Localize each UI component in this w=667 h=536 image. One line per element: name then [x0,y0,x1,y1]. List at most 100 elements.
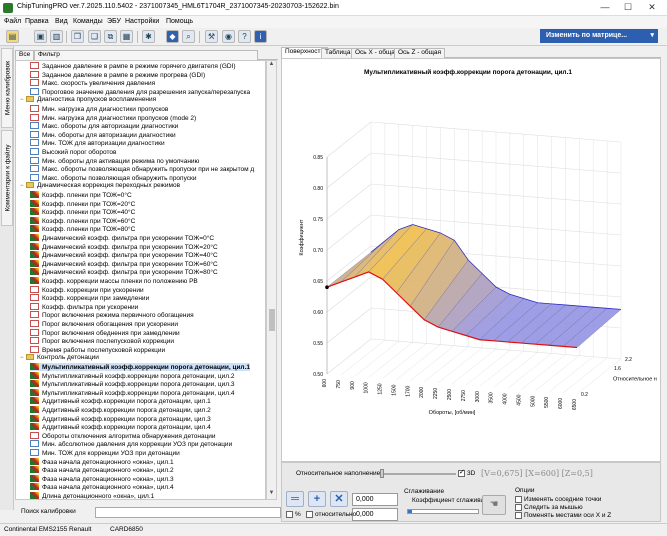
minimize-button[interactable]: — [594,0,616,16]
tab-axis-z[interactable]: Ось Z - общая [394,48,446,58]
tree-item[interactable]: Мин. абсолютное давления для коррекции У… [30,440,232,448]
3d-checkbox[interactable] [458,468,465,477]
tree-item[interactable]: Коэфф. фильтра при ускорении [30,302,138,311]
surface-chart-panel[interactable]: Мультипликативный коэфф.коррекции порога… [281,58,661,462]
chip-icon[interactable]: ✱ [142,30,155,43]
menu-ecu[interactable]: ЭБУ [107,18,121,25]
tab-calibration-menu[interactable]: Меню калибровок [1,48,13,128]
tree-item[interactable]: Макс. обороты для авторизации диагностик… [30,122,178,130]
paste-icon[interactable]: ❑ [88,30,101,43]
percent-checkbox[interactable] [286,511,293,518]
tree-item[interactable]: Фаза начала детонационного «окна», цил.1 [30,457,174,466]
tree-item[interactable]: Мин. обороты для авторизации диагностики [30,130,176,139]
tree-item[interactable]: Макс. скорость увеличения давления [30,79,155,87]
tree-item[interactable]: Мин. обороты для активации режима по умо… [30,156,199,165]
tree-item[interactable]: Коэфф. пленки при ТОЖ=80°C [30,225,135,233]
tree-item[interactable]: Коэфф. пленки при ТОЖ=20°C [30,199,135,208]
menu-commands[interactable]: Команды [73,18,103,25]
scroll-down-icon[interactable]: ▼ [267,490,276,499]
navigate-icon[interactable]: ◆ [166,30,179,43]
tree-item[interactable]: Обороты отключения алгоритма обнаружения… [30,431,216,440]
tree-folder[interactable]: − Динамическая коррекция переходных режим… [20,182,180,190]
swap-axes-checkbox[interactable] [515,512,522,519]
tree-item[interactable]: Мультипликативный коэфф.коррекции порога… [30,388,235,397]
tree-item[interactable]: Коэфф. коррекции массы пленки по положен… [30,277,198,285]
tree-item[interactable]: Макс. обороты позволяющая обнаружить про… [30,165,254,173]
search-input[interactable] [95,507,281,518]
tree-item[interactable]: Порог включения обеднения при замедлении [30,328,180,337]
tree-item[interactable]: Динамический коэфф. фильтра при ускорени… [30,251,218,259]
menu-view[interactable]: Вид [55,18,68,25]
tree-item[interactable]: Заданное давление в рампе в режиме горяч… [30,62,236,70]
tree-item[interactable]: Порог включения послепусковой коррекции [30,337,174,345]
change-by-matrix-dropdown[interactable]: Изменить по матрице... ▾ [540,29,658,43]
copy-icon[interactable]: ❐ [71,30,84,43]
tree-item[interactable]: Фаза начала детонационного «окна», цил.2 [30,466,174,474]
maximize-button[interactable]: ☐ [617,0,639,16]
tree-folder[interactable]: − Диагностика пропусков воспламенения [20,96,156,104]
menu-edit[interactable]: Правка [25,18,49,25]
follow-mouse-checkbox[interactable] [515,504,522,511]
tree-item[interactable]: Мультипликативный коэфф.коррекции порога… [30,371,235,380]
tree-item[interactable]: Аддитивный коэфф.коррекции порога детона… [30,423,211,431]
plus-button[interactable]: + [308,491,326,507]
scroll-up-icon[interactable]: ▲ [267,61,276,70]
tree-item[interactable]: Мультипликативный коэфф.коррекции порога… [30,380,235,388]
rel-fill-slider[interactable] [380,473,456,475]
tree-item[interactable]: Фаза начала детонационного «окна», цил.3 [30,474,174,483]
tree-item[interactable]: Динамический коэфф. фильтра при ускорени… [30,242,218,251]
relative-checkbox[interactable] [306,511,313,518]
tree-item[interactable]: Длина детонационного «окна», цил.1 [30,492,154,499]
tree-item[interactable]: Макс. обороты позволяющая обнаружить про… [30,173,196,182]
multiply-button[interactable]: ✕ [330,491,348,507]
save-icon[interactable]: ▣ [34,30,47,43]
tree-item[interactable]: Коэфф. коррекции при ускорении [30,285,144,294]
change-neighbors-checkbox[interactable] [515,496,522,503]
tab-all[interactable]: Все [15,50,35,60]
tree-item[interactable]: Коэфф. пленки при ТОЖ=40°C [30,208,135,216]
web-icon[interactable]: ◉ [222,30,235,43]
menu-file[interactable]: Файл [4,18,21,25]
tree-folder[interactable]: − Контроль детонации [20,354,99,362]
tree-item[interactable]: Аддитивный коэфф.коррекции порога детона… [30,414,211,423]
help-icon[interactable]: ? [238,30,251,43]
tree-item[interactable]: Мин. нагрузка для диагностики пропусков … [30,113,196,122]
tree-item[interactable]: Фаза начала детонационного «окна», цил.4 [30,483,174,491]
smoothing-slider[interactable] [407,509,479,514]
tree-item[interactable]: Порог включения режима первичного обогащ… [30,311,194,319]
open-icon[interactable]: ▤ [6,30,19,43]
compare-icon[interactable]: ⧉ [104,30,117,43]
menu-settings[interactable]: Настройки [125,18,159,25]
close-button[interactable]: ✕ [641,0,663,16]
tree-item[interactable]: Мин. ТОЖ для коррекции УОЗ при детонации [30,449,180,457]
smooth-apply-button[interactable]: ☚ [482,495,506,515]
tree-item[interactable]: Мин. нагрузка для диагностики пропусков [30,105,168,113]
tree-item[interactable]: Время работы послепусковой коррекции [30,345,165,354]
tree-item[interactable]: Динамический коэфф. фильтра при ускорени… [30,234,214,242]
menu-help[interactable]: Помощь [166,18,193,25]
tree-item[interactable]: Заданное давление в рампе в режиме прогр… [30,70,205,79]
tree-scrollbar[interactable]: ▲ ▼ [266,60,277,500]
value-input-2[interactable]: 0,000 [352,508,398,521]
tree-item[interactable]: Коэфф. коррекции при замедлении [30,294,149,302]
surface-chart[interactable]: Мультипликативный коэфф.коррекции порога… [282,59,660,461]
table-icon[interactable]: ▦ [120,30,133,43]
tools-icon[interactable]: ⚒ [205,30,218,43]
tab-filter[interactable]: Фильтр [34,50,258,60]
tree-item[interactable]: Высокий порог оборотов [30,148,116,156]
tab-file-comments[interactable]: Комментарии к файлу [1,130,13,226]
tree-item[interactable]: Аддитивный коэфф.коррекции порога детона… [30,406,211,414]
rel-fill-slider-thumb[interactable] [380,469,384,478]
tree-item[interactable]: Мультипликативный коэфф.коррекции порога… [30,363,250,371]
tree-item[interactable]: Динамический коэфф. фильтра при ускорени… [30,259,218,268]
zoom-icon[interactable]: ⌕ [182,30,195,43]
tree-item[interactable]: Коэфф. пленки при ТОЖ=0°C [30,191,132,199]
tree-item[interactable]: Аддитивный коэфф.коррекции порога детона… [30,397,211,405]
tree-item[interactable]: Порог включения обогащения при ускорении [30,320,178,328]
print-icon[interactable]: ▥ [50,30,63,43]
tab-table[interactable]: Таблица [321,48,355,58]
scroll-thumb[interactable] [269,309,275,331]
info-icon[interactable]: i [254,30,267,43]
tree-item[interactable]: Мин. ТОЖ для авторизации диагностики [30,139,165,147]
tree-item[interactable]: Пороговое значение давления для разрешен… [30,87,250,96]
